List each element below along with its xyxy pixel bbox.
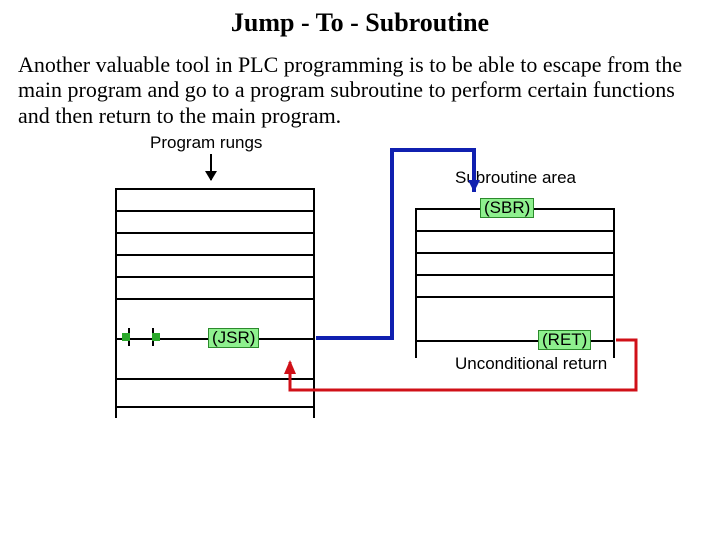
contact-symbol-icon bbox=[128, 328, 154, 346]
main-program-ladder bbox=[115, 188, 315, 418]
description-text: Another valuable tool in PLC programming… bbox=[0, 42, 720, 128]
page-title: Jump - To - Subroutine bbox=[0, 0, 720, 42]
sbr-label: (SBR) bbox=[480, 198, 534, 218]
jsr-subroutine-diagram: Program rungs (JSR) Subroutine area bbox=[0, 128, 720, 478]
unconditional-return-label: Unconditional return bbox=[455, 354, 607, 374]
program-rungs-label: Program rungs bbox=[150, 133, 262, 153]
program-rungs-arrow-icon bbox=[210, 154, 212, 180]
subroutine-area-label: Subroutine area bbox=[455, 168, 576, 188]
jsr-label: (JSR) bbox=[208, 328, 259, 348]
ret-label: (RET) bbox=[538, 330, 591, 350]
